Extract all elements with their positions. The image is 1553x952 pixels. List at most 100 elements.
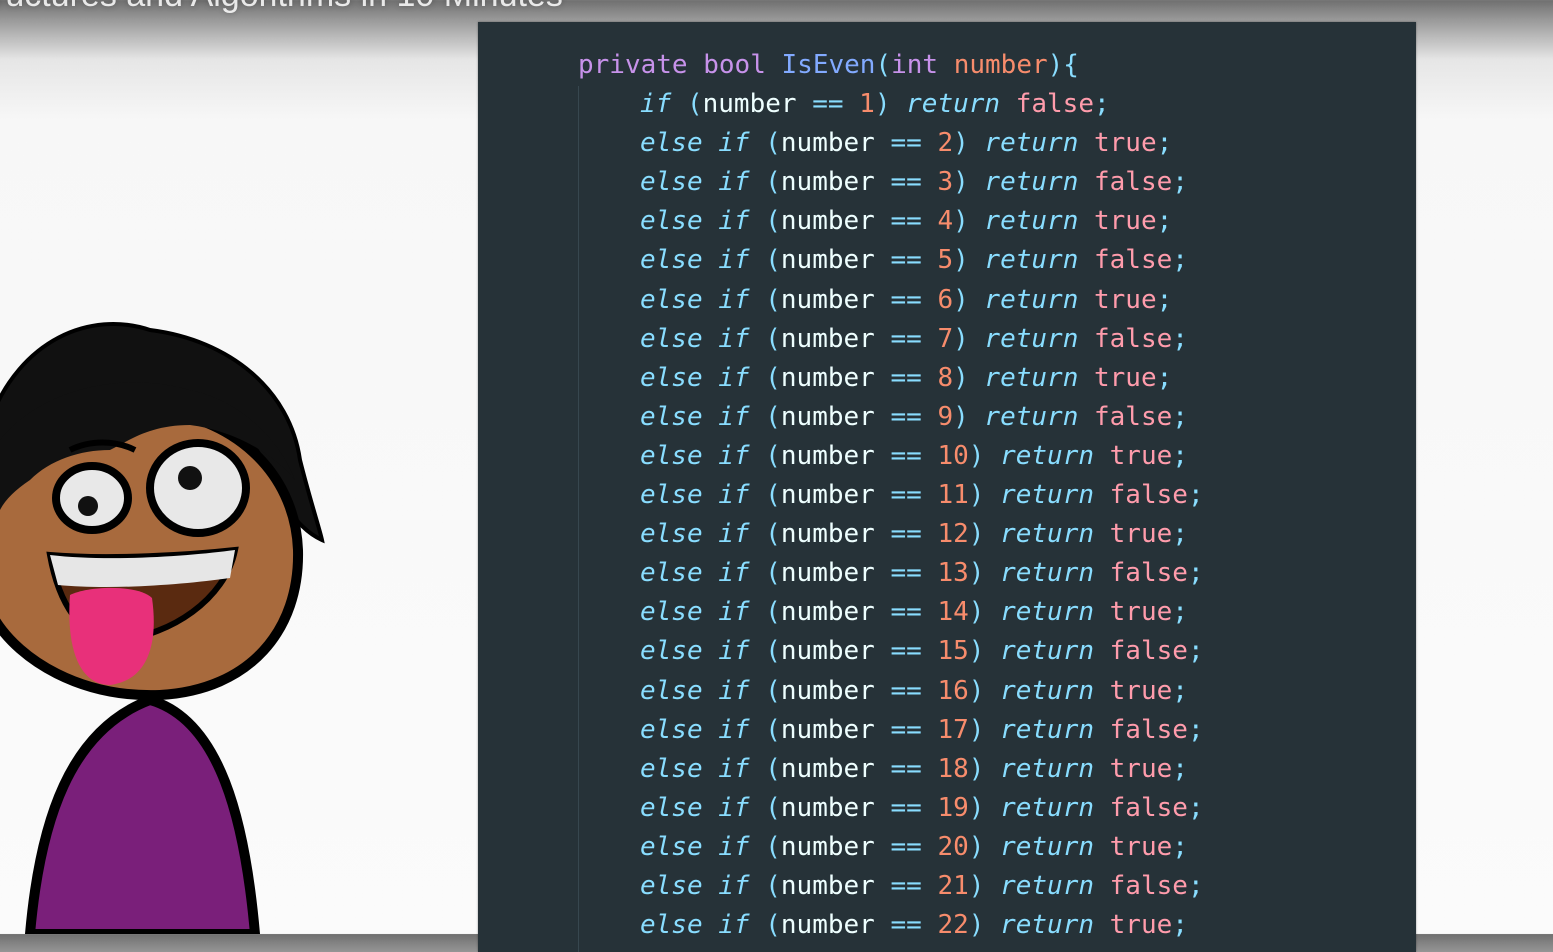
number-literal: 15 [937, 636, 969, 667]
boolean-literal: true [1109, 831, 1173, 862]
code-line: else if (number == 9) return false; [640, 401, 1188, 432]
function-signature-line: private bool IsEven(int number){ [578, 50, 1079, 80]
video-title: ructures and Algorithms in 10 Minutes [0, 0, 563, 15]
else-keyword: else [640, 831, 703, 862]
code-line: else if (number == 12) return true; [640, 519, 1188, 550]
if-keyword: if [718, 831, 750, 862]
boolean-literal: true [1109, 910, 1173, 941]
variable-name: number [780, 245, 875, 276]
if-keyword: if [718, 714, 750, 745]
variable-name: number [780, 792, 875, 823]
boolean-literal: true [1094, 206, 1157, 237]
return-keyword: return [1000, 753, 1094, 784]
equality-operator: == [890, 206, 922, 237]
if-keyword: if [718, 519, 750, 550]
if-keyword: if [718, 167, 750, 198]
else-keyword: else [640, 128, 703, 159]
equality-operator: == [890, 440, 922, 471]
variable-name: number [780, 558, 875, 589]
if-keyword: if [718, 910, 750, 941]
equality-operator: == [890, 362, 922, 393]
code-line: else if (number == 5) return false; [640, 245, 1188, 276]
boolean-literal: true [1109, 440, 1173, 471]
code-line: else if (number == 20) return true; [640, 831, 1188, 862]
code-line: else if (number == 8) return true; [640, 362, 1173, 393]
variable-name: number [780, 870, 875, 901]
if-keyword: if [718, 362, 750, 393]
equality-operator: == [890, 323, 922, 354]
variable-name: number [780, 401, 875, 432]
number-literal: 18 [937, 753, 969, 784]
equality-operator: == [890, 792, 922, 823]
number-literal: 2 [937, 128, 954, 159]
if-keyword: if [718, 206, 750, 237]
variable-name: number [780, 206, 875, 237]
variable-name: number [780, 714, 875, 745]
if-keyword: if [718, 870, 750, 901]
equality-operator: == [890, 636, 922, 667]
else-keyword: else [640, 362, 703, 393]
equality-operator: == [890, 167, 922, 198]
return-keyword: return [1000, 675, 1094, 706]
boolean-literal: true [1094, 284, 1157, 315]
number-literal: 9 [937, 401, 954, 432]
variable-name: number [780, 597, 875, 628]
boolean-literal: false [1109, 792, 1188, 823]
variable-name: number [780, 519, 875, 550]
boolean-literal: false [1094, 401, 1173, 432]
code-line: else if (number == 14) return true; [640, 597, 1188, 628]
if-keyword: if [718, 636, 750, 667]
if-keyword: if [718, 753, 750, 784]
number-literal: 12 [937, 519, 969, 550]
else-keyword: else [640, 401, 703, 432]
return-keyword: return [1000, 480, 1094, 511]
boolean-literal: true [1094, 362, 1157, 393]
boolean-literal: false [1109, 714, 1188, 745]
number-literal: 17 [937, 714, 969, 745]
return-keyword: return [1000, 597, 1094, 628]
number-literal: 6 [937, 284, 954, 315]
code-line: else if (number == 17) return false; [640, 714, 1204, 745]
equality-operator: == [890, 519, 922, 550]
return-keyword: return [1000, 792, 1094, 823]
else-keyword: else [640, 675, 703, 706]
number-literal: 13 [937, 558, 969, 589]
variable-name: number [780, 440, 875, 471]
boolean-literal: true [1109, 753, 1173, 784]
else-keyword: else [640, 323, 703, 354]
return-keyword: return [906, 89, 1001, 120]
code-line: else if (number == 10) return true; [640, 440, 1188, 471]
equality-operator: == [890, 128, 922, 159]
character-shirt [24, 694, 261, 939]
else-keyword: else [640, 753, 703, 784]
number-literal: 5 [937, 245, 954, 276]
boolean-literal: true [1109, 597, 1173, 628]
number-literal: 8 [937, 362, 954, 393]
character-right-eye [146, 439, 250, 537]
if-keyword: if [718, 284, 750, 315]
if-keyword: if [718, 245, 750, 276]
number-literal: 20 [937, 831, 969, 862]
variable-name: number [780, 753, 875, 784]
else-keyword: else [640, 284, 703, 315]
number-literal: 16 [937, 675, 969, 706]
code-line: else if (number == 16) return true; [640, 675, 1188, 706]
code-block: private bool IsEven(int number){if (numb… [578, 46, 1204, 945]
boolean-literal: false [1109, 558, 1188, 589]
number-literal: 3 [937, 167, 954, 198]
variable-name: number [702, 89, 797, 120]
number-literal: 4 [937, 206, 954, 237]
return-keyword: return [1000, 440, 1094, 471]
return-keyword: return [984, 128, 1079, 159]
equality-operator: == [890, 597, 922, 628]
return-keyword: return [1000, 636, 1094, 667]
number-literal: 11 [937, 480, 969, 511]
code-line: else if (number == 3) return false; [640, 167, 1188, 198]
return-keyword: return [1000, 558, 1094, 589]
equality-operator: == [890, 245, 922, 276]
boolean-literal: false [1015, 89, 1094, 120]
variable-name: number [780, 284, 875, 315]
return-keyword: return [984, 323, 1079, 354]
variable-name: number [780, 128, 875, 159]
number-literal: 19 [937, 792, 969, 823]
